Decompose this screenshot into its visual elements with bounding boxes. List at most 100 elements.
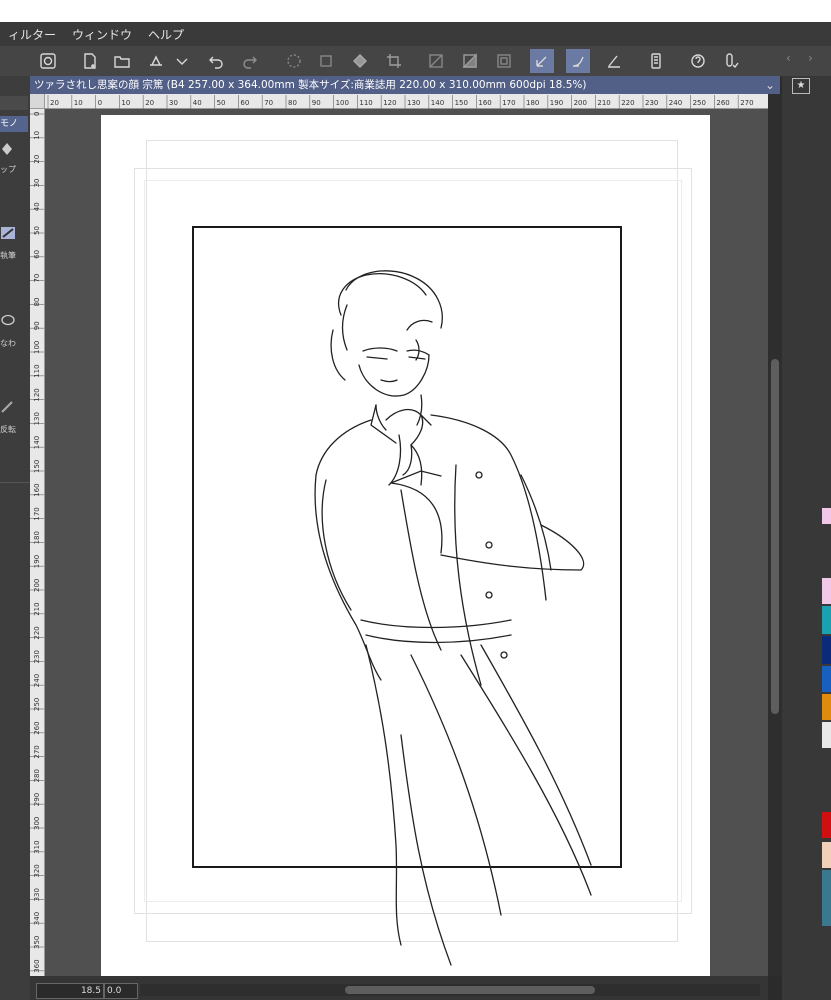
v-ruler-label: 360 bbox=[33, 959, 41, 972]
transform-icon[interactable] bbox=[314, 49, 338, 73]
v-ruler-label: 180 bbox=[33, 531, 41, 544]
color-swatch-1[interactable] bbox=[822, 508, 831, 524]
snap-special-ruler-icon[interactable] bbox=[458, 49, 482, 73]
h-ruler-label: 80 bbox=[288, 99, 297, 107]
lasso-icon[interactable] bbox=[0, 314, 30, 330]
v-ruler-label: 230 bbox=[33, 650, 41, 663]
h-ruler-label: 0 bbox=[98, 99, 102, 107]
chevron-down-icon[interactable] bbox=[170, 49, 194, 73]
color-swatch-5[interactable] bbox=[822, 666, 831, 692]
h-ruler-label: 220 bbox=[621, 99, 634, 107]
redo-icon[interactable] bbox=[238, 49, 262, 73]
h-ruler-label: 170 bbox=[502, 99, 515, 107]
h-ruler-label: 230 bbox=[645, 99, 658, 107]
color-swatch-2[interactable] bbox=[822, 578, 831, 604]
vertical-scrollbar[interactable] bbox=[768, 94, 782, 976]
h-ruler-label: 190 bbox=[550, 99, 563, 107]
v-ruler-label: 60 bbox=[33, 250, 41, 259]
rotation-field[interactable]: 0.0 bbox=[104, 983, 138, 999]
horizontal-scroll-thumb[interactable] bbox=[345, 986, 595, 994]
zoom-field[interactable]: 18.5 bbox=[36, 983, 104, 999]
color-swatch-10[interactable] bbox=[822, 870, 831, 926]
toolbar-scroll-right-icon[interactable]: › bbox=[808, 51, 813, 65]
color-swatch-4[interactable] bbox=[822, 636, 831, 664]
v-ruler-label: 0 bbox=[33, 112, 41, 116]
new-file-icon[interactable] bbox=[78, 49, 102, 73]
favorite-star-icon[interactable]: ★ bbox=[792, 78, 810, 94]
h-ruler-label: 110 bbox=[359, 99, 372, 107]
loading-icon[interactable] bbox=[282, 49, 306, 73]
color-swatch-3[interactable] bbox=[822, 606, 831, 634]
subtool-icon-1[interactable] bbox=[0, 142, 30, 158]
menu-filter[interactable]: ィルター bbox=[0, 26, 64, 43]
v-ruler-label: 210 bbox=[33, 602, 41, 615]
perspective-snap-icon[interactable] bbox=[602, 49, 626, 73]
h-ruler-label: 250 bbox=[693, 99, 706, 107]
v-ruler-label: 110 bbox=[33, 364, 41, 377]
color-swatch-9[interactable] bbox=[822, 842, 831, 868]
menu-help[interactable]: ヘルプ bbox=[140, 26, 192, 43]
v-ruler-label: 120 bbox=[33, 388, 41, 401]
h-ruler-label: 200 bbox=[574, 99, 587, 107]
vertical-scroll-thumb[interactable] bbox=[771, 359, 779, 714]
v-ruler-label: 40 bbox=[33, 202, 41, 211]
horizontal-ruler: 20 10 0 10 20 30 40 50 60 70 80 90 100 110 120 130 140 15… bbox=[44, 94, 768, 109]
h-ruler-label: 260 bbox=[716, 99, 729, 107]
v-ruler-label: 170 bbox=[33, 507, 41, 520]
companion-icon[interactable] bbox=[686, 49, 710, 73]
color-swatch-6[interactable] bbox=[822, 694, 831, 720]
curve-snap-icon[interactable] bbox=[566, 49, 590, 73]
h-ruler-label: 40 bbox=[193, 99, 202, 107]
v-ruler-label: 90 bbox=[33, 321, 41, 330]
crop-icon[interactable] bbox=[382, 49, 406, 73]
app-logo-icon[interactable] bbox=[36, 49, 60, 73]
v-ruler-label: 220 bbox=[33, 626, 41, 639]
toolbar-scroll-left-icon[interactable]: ‹ bbox=[786, 51, 791, 65]
v-ruler-label: 320 bbox=[33, 864, 41, 877]
open-file-icon[interactable] bbox=[110, 49, 134, 73]
h-ruler-label: 130 bbox=[407, 99, 420, 107]
h-ruler-label: 70 bbox=[264, 99, 273, 107]
menu-bar: ィルター ウィンドウ ヘルプ bbox=[0, 22, 831, 46]
subtool-icon-2[interactable] bbox=[0, 226, 30, 242]
h-ruler-label: 160 bbox=[478, 99, 491, 107]
command-bar: ‹ › bbox=[0, 46, 831, 77]
h-ruler-label: 100 bbox=[336, 99, 349, 107]
v-ruler-label: 240 bbox=[33, 674, 41, 687]
panel-header bbox=[0, 96, 28, 110]
subtool-label-2: 執筆 bbox=[0, 251, 16, 260]
selected-subtool[interactable]: モノ bbox=[0, 116, 28, 132]
character-sketch[interactable] bbox=[101, 115, 710, 976]
v-ruler-label: 190 bbox=[33, 555, 41, 568]
h-ruler-label: 150 bbox=[455, 99, 468, 107]
subtool-label-3: なわ bbox=[0, 339, 16, 348]
tool-property-panel: モノ ップ 執筆 なわ 反転 bbox=[0, 76, 30, 1000]
h-ruler-label: 270 bbox=[740, 99, 753, 107]
rotation-slider-icon[interactable] bbox=[134, 983, 138, 997]
ruler-corner bbox=[30, 94, 45, 109]
tab-menu-chevron-icon[interactable]: ⌄ bbox=[760, 76, 780, 94]
v-ruler-label: 250 bbox=[33, 698, 41, 711]
snap-ruler-icon[interactable] bbox=[424, 49, 448, 73]
pen-snap-icon[interactable] bbox=[530, 49, 554, 73]
v-ruler-label: 150 bbox=[33, 460, 41, 473]
h-ruler-label: 210 bbox=[597, 99, 610, 107]
color-swatch-8[interactable] bbox=[822, 812, 831, 838]
v-ruler-label: 10 bbox=[33, 131, 41, 140]
smartphone-icon[interactable] bbox=[644, 49, 668, 73]
color-swatch-7[interactable] bbox=[822, 722, 831, 748]
document-tab[interactable]: ツァラされし思案の顔 宗篤 (B4 257.00 x 364.00mm 製本サイ… bbox=[30, 76, 780, 94]
snap-grid-icon[interactable] bbox=[492, 49, 516, 73]
horizontal-scrollbar[interactable] bbox=[140, 984, 760, 996]
fill-icon[interactable] bbox=[348, 49, 372, 73]
v-ruler-label: 290 bbox=[33, 793, 41, 806]
pen-settings-icon[interactable] bbox=[718, 49, 742, 73]
flip-icon[interactable] bbox=[0, 400, 30, 416]
h-ruler-label: 120 bbox=[383, 99, 396, 107]
h-ruler-label: 10 bbox=[74, 99, 83, 107]
menu-window[interactable]: ウィンドウ bbox=[64, 26, 140, 43]
undo-icon[interactable] bbox=[204, 49, 228, 73]
save-icon[interactable] bbox=[144, 49, 168, 73]
v-ruler-label: 100 bbox=[33, 341, 41, 354]
v-ruler-label: 80 bbox=[33, 297, 41, 306]
